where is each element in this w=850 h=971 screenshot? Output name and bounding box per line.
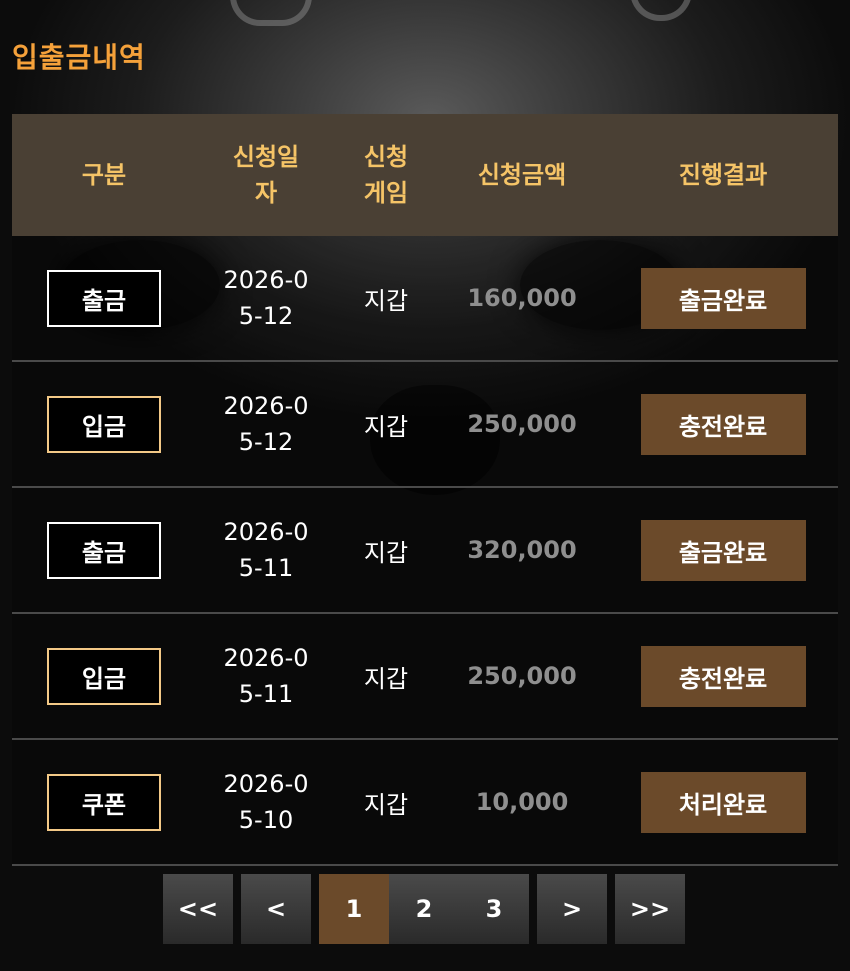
page-button-3[interactable]: 3: [459, 874, 529, 944]
game-cell: 지갑: [336, 659, 436, 694]
table-row: 출금 2026-05-12 지갑 160,000 출금완료: [12, 236, 838, 362]
table-body: 출금 2026-05-12 지갑 160,000 출금완료 입금 2026-05…: [12, 236, 838, 866]
date-cell: 2026-05-10: [196, 766, 336, 838]
date-value: 2026-05-11: [223, 644, 309, 708]
table-row: 쿠폰 2026-05-10 지갑 10,000 처리완료: [12, 740, 838, 866]
amount-cell: 250,000: [436, 410, 608, 438]
amount-value: 320,000: [467, 536, 577, 564]
result-cell: 출금완료: [608, 267, 838, 329]
game-value: 지갑: [363, 790, 409, 819]
type-cell: 입금: [12, 647, 196, 705]
game-cell: 지갑: [336, 785, 436, 820]
transaction-table: 구분 신청일자 신청게임 신청금액 진행결과 출금 2026-05-12 지갑 …: [12, 114, 838, 866]
game-value: 지갑: [363, 286, 409, 315]
table-row: 입금 2026-05-11 지갑 250,000 충전완료: [12, 614, 838, 740]
game-value: 지갑: [363, 664, 409, 693]
header-type: 구분: [81, 161, 127, 189]
date-cell: 2026-05-11: [196, 640, 336, 712]
type-badge: 입금: [47, 647, 161, 705]
date-cell: 2026-05-11: [196, 514, 336, 586]
header-amount: 신청금액: [477, 161, 567, 189]
amount-cell: 250,000: [436, 662, 608, 690]
amount-cell: 320,000: [436, 536, 608, 564]
date-cell: 2026-05-12: [196, 388, 336, 460]
game-cell: 지갑: [336, 281, 436, 316]
page-title: 입출금내역: [12, 41, 146, 74]
status-badge: 처리완료: [640, 771, 806, 833]
game-value: 지갑: [363, 538, 409, 567]
amount-value: 250,000: [467, 410, 577, 438]
date-cell: 2026-05-12: [196, 262, 336, 334]
type-cell: 쿠폰: [12, 773, 196, 831]
date-value: 2026-05-12: [223, 266, 309, 330]
status-badge: 충전완료: [640, 645, 806, 707]
type-cell: 출금: [12, 269, 196, 327]
result-cell: 출금완료: [608, 519, 838, 581]
game-cell: 지갑: [336, 533, 436, 568]
first-page-button[interactable]: <<: [163, 874, 233, 944]
status-badge: 충전완료: [640, 393, 806, 455]
status-badge: 출금완료: [640, 519, 806, 581]
game-value: 지갑: [363, 412, 409, 441]
header-result: 진행결과: [678, 161, 768, 189]
background-decoration: [630, 0, 692, 21]
type-badge: 입금: [47, 395, 161, 453]
page-button-2[interactable]: 2: [389, 874, 459, 944]
table-row: 출금 2026-05-11 지갑 320,000 출금완료: [12, 488, 838, 614]
status-badge: 출금완료: [640, 267, 806, 329]
result-cell: 충전완료: [608, 645, 838, 707]
amount-value: 250,000: [467, 662, 577, 690]
type-cell: 입금: [12, 395, 196, 453]
type-badge: 출금: [47, 269, 161, 327]
pagination: << < 1 2 3 > >>: [163, 874, 685, 944]
last-page-button[interactable]: >>: [615, 874, 685, 944]
prev-page-button[interactable]: <: [241, 874, 311, 944]
type-badge: 쿠폰: [47, 773, 161, 831]
background-decoration: [230, 0, 312, 26]
header-date-label: 신청일자: [232, 143, 300, 207]
page-button-1[interactable]: 1: [319, 874, 389, 944]
result-cell: 충전완료: [608, 393, 838, 455]
date-value: 2026-05-11: [223, 518, 309, 582]
amount-cell: 160,000: [436, 284, 608, 312]
type-badge: 출금: [47, 521, 161, 579]
amount-value: 10,000: [475, 788, 569, 816]
amount-value: 160,000: [467, 284, 577, 312]
result-cell: 처리완료: [608, 771, 838, 833]
table-row: 입금 2026-05-12 지갑 250,000 충전완료: [12, 362, 838, 488]
header-game: 신청게임: [336, 139, 436, 211]
next-page-button[interactable]: >: [537, 874, 607, 944]
amount-cell: 10,000: [436, 788, 608, 816]
header-date: 신청일자: [196, 139, 336, 211]
header-game-label: 신청게임: [363, 143, 409, 207]
type-cell: 출금: [12, 521, 196, 579]
game-cell: 지갑: [336, 407, 436, 442]
date-value: 2026-05-10: [223, 770, 309, 834]
table-header: 구분 신청일자 신청게임 신청금액 진행결과: [12, 114, 838, 236]
date-value: 2026-05-12: [223, 392, 309, 456]
